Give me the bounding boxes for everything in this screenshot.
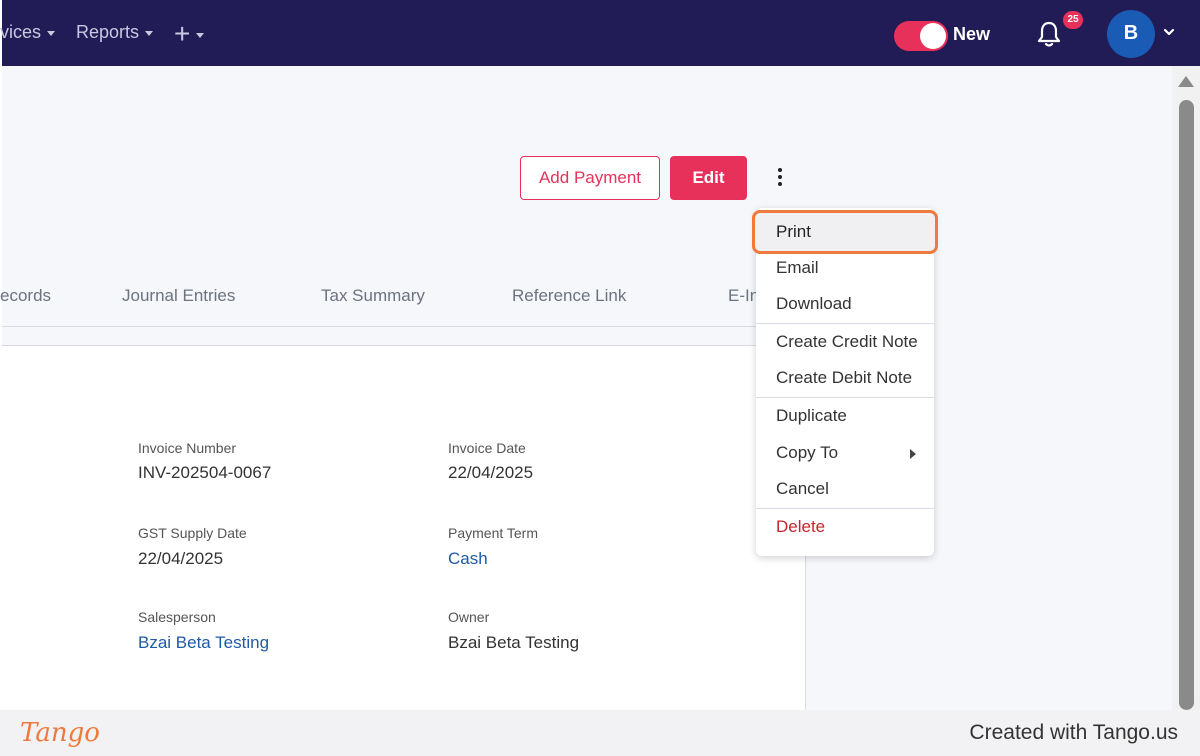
nav-services-label: vices [0, 22, 42, 42]
chevron-right-icon [910, 449, 916, 459]
notification-badge: 25 [1063, 11, 1083, 29]
footer-credit: Created with Tango.us [969, 721, 1178, 744]
new-ui-toggle[interactable] [894, 21, 948, 51]
tab-bar: ecords Journal Entries Tax Summary Refer… [0, 270, 802, 326]
tab-tax-summary[interactable]: Tax Summary [321, 286, 425, 306]
invoice-details-card: Invoice Number INV-202504-0067 Invoice D… [2, 346, 806, 710]
kebab-dot [778, 168, 782, 172]
invoice-number-value: INV-202504-0067 [138, 463, 272, 482]
menu-divider [756, 323, 934, 324]
tab-journal-entries[interactable]: Journal Entries [122, 286, 235, 306]
nav-add-menu[interactable]: + [174, 18, 205, 49]
payment-term-label: Payment Term [448, 525, 538, 541]
scroll-up-arrow-icon[interactable] [1178, 76, 1194, 87]
invoice-date-label: Invoice Date [448, 440, 526, 456]
menu-item-print-label: Print [776, 222, 811, 241]
more-options-icon[interactable] [772, 166, 788, 192]
toggle-label: New [953, 24, 991, 44]
nav-reports-menu[interactable]: Reports [76, 22, 154, 43]
chevron-down-icon [196, 32, 205, 38]
scrollbar-thumb[interactable] [1179, 100, 1194, 710]
tab-records[interactable]: ecords [0, 286, 51, 306]
toggle-knob [920, 23, 946, 49]
chevron-down-icon[interactable] [1163, 26, 1175, 38]
owner-label: Owner [448, 609, 490, 625]
bell-icon[interactable] [1036, 20, 1062, 48]
tango-footer: Tango Created with Tango.us [0, 710, 1200, 756]
tab-divider [2, 326, 802, 327]
chevron-down-icon [47, 31, 56, 36]
menu-item-create-credit-note[interactable]: Create Credit Note [756, 325, 934, 359]
menu-item-delete[interactable]: Delete [756, 510, 934, 544]
salesperson-label: Salesperson [138, 609, 216, 625]
more-options-menu: Email Download Create Credit Note Create… [756, 208, 934, 556]
add-payment-button[interactable]: Add Payment [520, 156, 660, 200]
nav-reports-label: Reports [76, 22, 140, 42]
nav-services-menu[interactable]: vices [0, 22, 56, 43]
salesperson-link[interactable]: Bzai Beta Testing [138, 633, 269, 653]
menu-divider [756, 397, 934, 398]
menu-item-print[interactable]: Print [752, 210, 938, 254]
plus-icon: + [174, 18, 191, 49]
avatar[interactable]: B [1107, 10, 1155, 58]
menu-item-copy-to[interactable]: Copy To [756, 436, 934, 470]
menu-item-download[interactable]: Download [756, 287, 934, 321]
invoice-date-value: 22/04/2025 [448, 463, 534, 482]
menu-divider [756, 508, 934, 509]
gst-supply-date-value: 22/04/2025 [138, 549, 224, 568]
edit-button[interactable]: Edit [670, 156, 747, 200]
menu-item-duplicate[interactable]: Duplicate [756, 399, 934, 433]
owner-value: Bzai Beta Testing [448, 633, 580, 652]
kebab-dot [778, 182, 782, 186]
top-nav-bar: vices Reports + New 25 B [0, 0, 1200, 66]
invoice-number-label: Invoice Number [138, 440, 237, 456]
payment-term-link[interactable]: Cash [448, 549, 488, 569]
tango-logo: Tango [20, 718, 100, 748]
menu-item-copy-to-label: Copy To [776, 443, 839, 462]
chevron-down-icon [145, 31, 154, 36]
menu-item-email[interactable]: Email [756, 251, 934, 285]
kebab-dot [778, 175, 782, 179]
tab-reference-link[interactable]: Reference Link [512, 286, 626, 306]
menu-item-cancel[interactable]: Cancel [756, 472, 934, 506]
tab-e-invoice[interactable]: E-In [728, 286, 759, 306]
menu-item-create-debit-note[interactable]: Create Debit Note [756, 361, 934, 395]
gst-supply-date-label: GST Supply Date [138, 525, 247, 541]
